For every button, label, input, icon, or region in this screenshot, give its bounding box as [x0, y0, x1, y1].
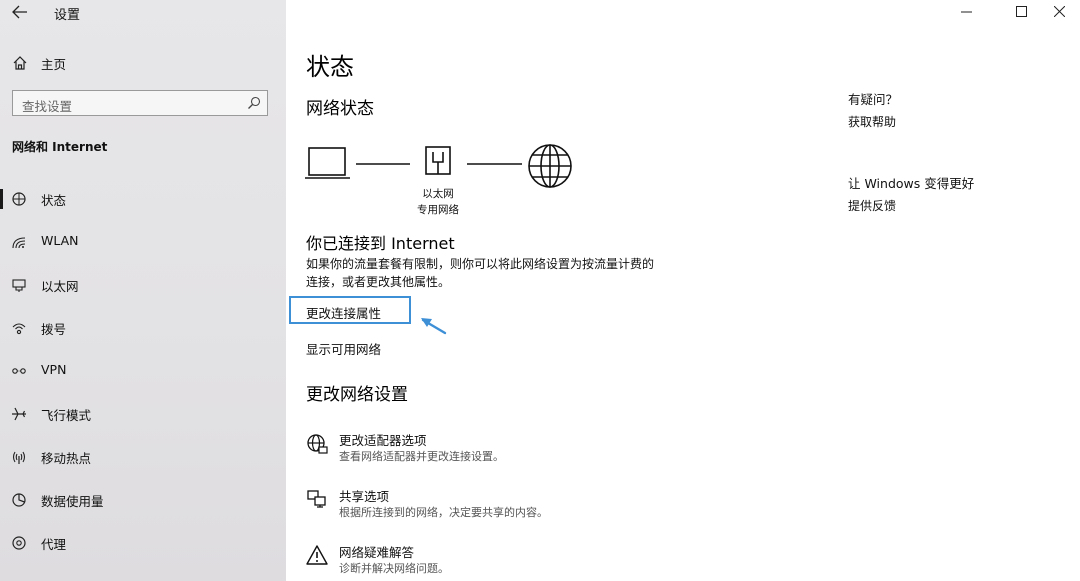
ethernet-adapter-icon [425, 146, 451, 175]
data-usage-icon [12, 493, 26, 507]
option-sharing[interactable]: 共享选项 根据所连接到的网络，决定要共享的内容。 [306, 484, 726, 524]
vpn-icon [12, 368, 26, 374]
wlan-icon [12, 237, 26, 249]
warning-icon [306, 545, 328, 565]
network-status-heading: 网络状态 [306, 99, 374, 119]
sidebar-item-status[interactable]: 状态 [0, 184, 286, 214]
question-heading: 有疑问？ [848, 92, 899, 107]
search-box[interactable]: 查找设置 [12, 90, 268, 116]
home-button[interactable]: 主页 [0, 50, 286, 76]
connected-desc-line2: 连接，或者更改其他属性。 [306, 275, 451, 289]
sidebar-item-hotspot[interactable]: 移动热点 [0, 442, 286, 472]
proxy-icon [12, 536, 26, 550]
sidebar-item-label: 飞行模式 [41, 408, 92, 423]
sidebar-item-label: 数据使用量 [41, 494, 104, 509]
airplane-icon [12, 407, 26, 421]
home-label: 主页 [41, 57, 67, 72]
sidebar: 设置 主页 查找设置 网络和 Internet 状态 WLAN 以太网 拨号 V… [0, 0, 286, 581]
option-desc: 根据所连接到的网络，决定要共享的内容。 [339, 506, 548, 519]
sidebar-item-label: VPN [41, 362, 67, 377]
connected-heading: 你已连接到 Internet [306, 234, 455, 253]
option-desc: 查看网络适配器并更改连接设置。 [339, 450, 504, 463]
change-properties-link[interactable]: 更改连接属性 [306, 303, 381, 322]
sidebar-item-label: 以太网 [41, 279, 79, 294]
computer-icon [305, 147, 350, 179]
sidebar-item-label: 拨号 [41, 322, 67, 337]
improve-heading: 让 Windows 变得更好 [848, 176, 975, 191]
option-adapter[interactable]: 更改适配器选项 查看网络适配器并更改连接设置。 [306, 428, 726, 468]
feedback-link[interactable]: 提供反馈 [848, 197, 896, 214]
back-arrow-icon[interactable] [12, 5, 28, 19]
sidebar-item-airplane[interactable]: 飞行模式 [0, 399, 286, 429]
minimize-button[interactable] [944, 0, 990, 24]
maximize-icon [1016, 6, 1027, 17]
sidebar-item-label: 代理 [41, 537, 67, 552]
home-icon [13, 56, 27, 70]
get-help-link[interactable]: 获取帮助 [848, 113, 896, 130]
close-button[interactable] [1034, 0, 1080, 24]
sidebar-item-proxy[interactable]: 代理 [0, 528, 286, 558]
search-icon [248, 96, 261, 109]
minimize-icon [961, 11, 972, 13]
sidebar-item-data-usage[interactable]: 数据使用量 [0, 485, 286, 515]
sidebar-item-dialup[interactable]: 拨号 [0, 313, 286, 343]
adapter-name: 以太网 [422, 188, 454, 200]
status-icon [12, 192, 26, 206]
connected-desc-line1: 如果你的流量套餐有限制，则你可以将此网络设置为按流量计费的 [306, 257, 655, 271]
globe-icon [528, 144, 572, 188]
arrow-annotation-icon [421, 318, 447, 335]
network-type: 专用网络 [417, 204, 459, 216]
sidebar-item-label: 状态 [41, 193, 67, 208]
change-settings-heading: 更改网络设置 [306, 385, 408, 405]
option-title: 更改适配器选项 [339, 433, 427, 448]
page-title: 状态 [306, 53, 354, 81]
sidebar-item-wlan[interactable]: WLAN [0, 227, 286, 257]
search-input[interactable]: 查找设置 [22, 96, 72, 115]
dialup-icon [12, 323, 26, 335]
sidebar-item-ethernet[interactable]: 以太网 [0, 270, 286, 300]
close-icon [1054, 6, 1065, 17]
hotspot-icon [12, 451, 26, 464]
option-troubleshoot[interactable]: 网络疑难解答 诊断并解决网络问题。 [306, 540, 726, 580]
window-title: 设置 [54, 8, 81, 23]
option-title: 网络疑难解答 [339, 545, 415, 560]
ethernet-icon [12, 279, 26, 292]
sidebar-item-label: WLAN [41, 233, 79, 248]
section-title: 网络和 Internet [12, 140, 108, 154]
option-title: 共享选项 [339, 489, 390, 504]
sharing-icon [307, 490, 326, 508]
option-desc: 诊断并解决网络问题。 [339, 562, 449, 575]
sidebar-item-vpn[interactable]: VPN [0, 356, 286, 386]
show-networks-link[interactable]: 显示可用网络 [306, 339, 381, 358]
sidebar-item-label: 移动热点 [41, 451, 92, 466]
adapter-icon [307, 434, 328, 454]
